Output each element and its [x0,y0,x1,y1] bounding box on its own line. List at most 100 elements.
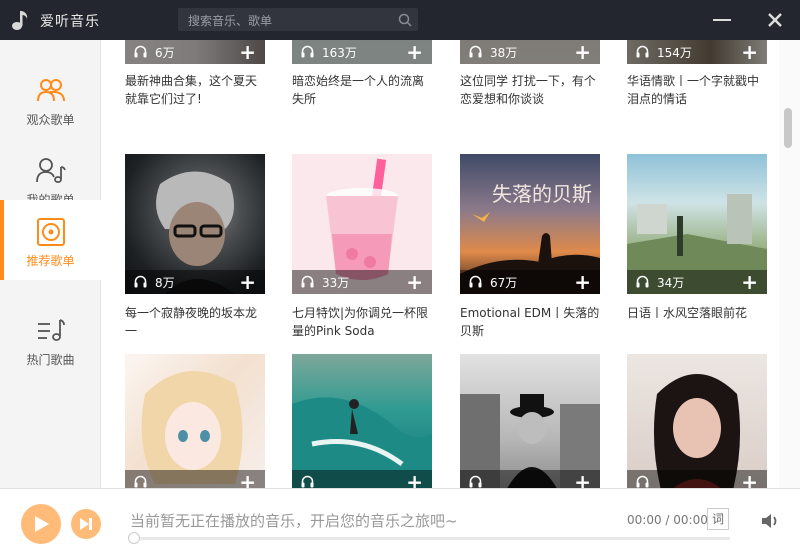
cover-info-bar: 6万 + [125,40,265,64]
playlist-card[interactable]: 163万 + 暗恋始终是一个人的流离失所 [292,40,432,106]
playlist-cover: + [292,354,432,488]
playback-time: 00:00 / 00:00 [627,513,708,527]
add-playlist-button[interactable]: + [239,42,256,62]
playlist-cover: 163万 + [292,40,432,64]
playlist-card[interactable]: 34万 + 日语丨水风空落眼前花 [627,154,767,320]
add-playlist-button[interactable]: + [741,42,758,62]
playlist-title[interactable]: 七月特饮|为你调兑一杯限量的Pink Soda [292,304,432,340]
add-playlist-button[interactable]: + [741,272,758,292]
minimize-icon [713,19,731,21]
cover-info-bar: 8万 + [125,270,265,294]
playlist-title[interactable]: 日语丨水风空落眼前花 [627,304,767,322]
add-playlist-button[interactable]: + [574,272,591,292]
app-title: 爱听音乐 [40,14,100,30]
next-track-button[interactable] [71,509,101,539]
progress-knob[interactable] [128,532,140,544]
headphones-icon [469,275,482,288]
sidebar-item-label: 热门歌曲 [26,353,75,367]
search-input[interactable]: 搜索音乐、歌单 [178,8,418,31]
recommend-disc-icon [37,218,65,246]
sidebar-item-audience-playlists[interactable]: 观众歌单 [0,59,101,139]
search-icon[interactable] [398,13,412,27]
hot-songs-icon [38,319,65,341]
add-playlist-button[interactable]: + [406,42,423,62]
cover-info-bar: + [460,470,600,488]
surfer-illustration [292,397,432,488]
cover-info-bar: + [627,470,767,488]
playlist-cover: 33万 + [292,154,432,294]
user-music-icon [36,158,66,183]
cover-info-bar: + [125,470,265,488]
sidebar-item-recommended-playlists[interactable]: 推荐歌单 [0,200,101,280]
now-playing-text: 当前暂无正在播放的音乐，开启您的音乐之旅吧~ [130,512,458,530]
playlist-title[interactable]: 华语情歌丨一个字就戳中泪点的情话 [627,72,767,108]
play-button[interactable] [21,504,61,544]
lyrics-button[interactable]: 词 [707,508,729,530]
progress-bar[interactable] [128,532,730,544]
headphones-icon [636,475,649,488]
close-icon[interactable] [766,11,784,29]
player-bar: 当前暂无正在播放的音乐，开启您的音乐之旅吧~ 00:00 / 00:00 词 [0,488,800,559]
add-playlist-button[interactable]: + [406,272,423,292]
add-playlist-button[interactable]: + [574,472,591,488]
sidebar: 观众歌单 我的歌单 推荐歌单 [0,40,101,488]
users-icon [37,79,65,102]
portrait-woman-illustration [653,374,741,488]
playlist-title[interactable]: 最新神曲合集，这个夏天就靠它们过了! [125,72,265,108]
playlist-grid: 6万 + 最新神曲合集，这个夏天就靠它们过了! 163万 + 暗恋始终是一个人的… [101,40,779,488]
playlist-cover: + [460,354,600,488]
playlist-card[interactable]: 33万 + 七月特饮|为你调兑一杯限量的Pink Soda [292,154,432,338]
add-playlist-button[interactable]: + [239,472,256,488]
anime-girl-illustration [141,371,243,484]
playlist-cover: 38万 + [460,40,600,64]
minimize-button[interactable] [712,12,732,28]
playlist-card[interactable]: + [125,354,265,488]
search-placeholder: 搜索音乐、歌单 [188,14,273,28]
scrollbar-thumb[interactable] [784,108,792,148]
headphones-icon [636,275,649,288]
playlist-title[interactable]: 这位同学 打扰一下，有个恋爱想和你谈谈 [460,72,600,108]
play-count: 67万 [490,276,518,290]
volume-icon[interactable] [760,511,780,531]
headphones-icon [469,45,482,58]
cover-info-bar: 34万 + [627,270,767,294]
add-playlist-button[interactable]: + [574,42,591,62]
headphones-icon [301,45,314,58]
playlist-title[interactable]: 每一个寂静夜晚的坂本龙一 [125,304,265,340]
cover-info-bar: 38万 + [460,40,600,64]
playlist-card[interactable]: + [627,354,767,488]
playlist-cover: 34万 + [627,154,767,294]
playlist-card[interactable]: + [292,354,432,488]
playlist-card[interactable]: 154万 + 华语情歌丨一个字就戳中泪点的情话 [627,40,767,106]
add-playlist-button[interactable]: + [406,472,423,488]
cover-info-bar: 33万 + [292,270,432,294]
playlist-card[interactable]: 失落的贝斯 67万 + Emotional EDM丨失落的贝斯 [460,154,600,338]
headphones-icon [469,475,482,488]
city-portrait-illustration [460,394,600,488]
play-count: 34万 [657,276,685,290]
add-playlist-button[interactable]: + [239,272,256,292]
play-icon [35,516,49,532]
headphones-icon [134,275,147,288]
add-playlist-button[interactable]: + [741,472,758,488]
sidebar-item-hot-songs[interactable]: 热门歌曲 [0,299,101,379]
playlist-title[interactable]: 暗恋始终是一个人的流离失所 [292,72,432,108]
headphones-icon [134,45,147,58]
playlist-card[interactable]: + [460,354,600,488]
play-count: 33万 [322,276,350,290]
playlist-card[interactable]: 6万 + 最新神曲合集，这个夏天就靠它们过了! [125,40,265,106]
cover-info-bar: 67万 + [460,270,600,294]
play-count: 8万 [155,276,175,290]
playlist-cover: + [627,354,767,488]
playlist-title[interactable]: Emotional EDM丨失落的贝斯 [460,304,600,340]
cover-info-bar: 163万 + [292,40,432,64]
play-count: 154万 [657,46,692,60]
music-note-logo-icon [12,11,28,30]
playlist-cover: 6万 + [125,40,265,64]
title-bar: 爱听音乐 搜索音乐、歌单 [0,0,800,40]
cover-info-bar: + [292,470,432,488]
playlist-card[interactable]: 38万 + 这位同学 打扰一下，有个恋爱想和你谈谈 [460,40,600,106]
vertical-scrollbar[interactable] [779,40,800,488]
play-count: 163万 [322,46,357,60]
playlist-card[interactable]: 8万 + 每一个寂静夜晚的坂本龙一 [125,154,265,338]
